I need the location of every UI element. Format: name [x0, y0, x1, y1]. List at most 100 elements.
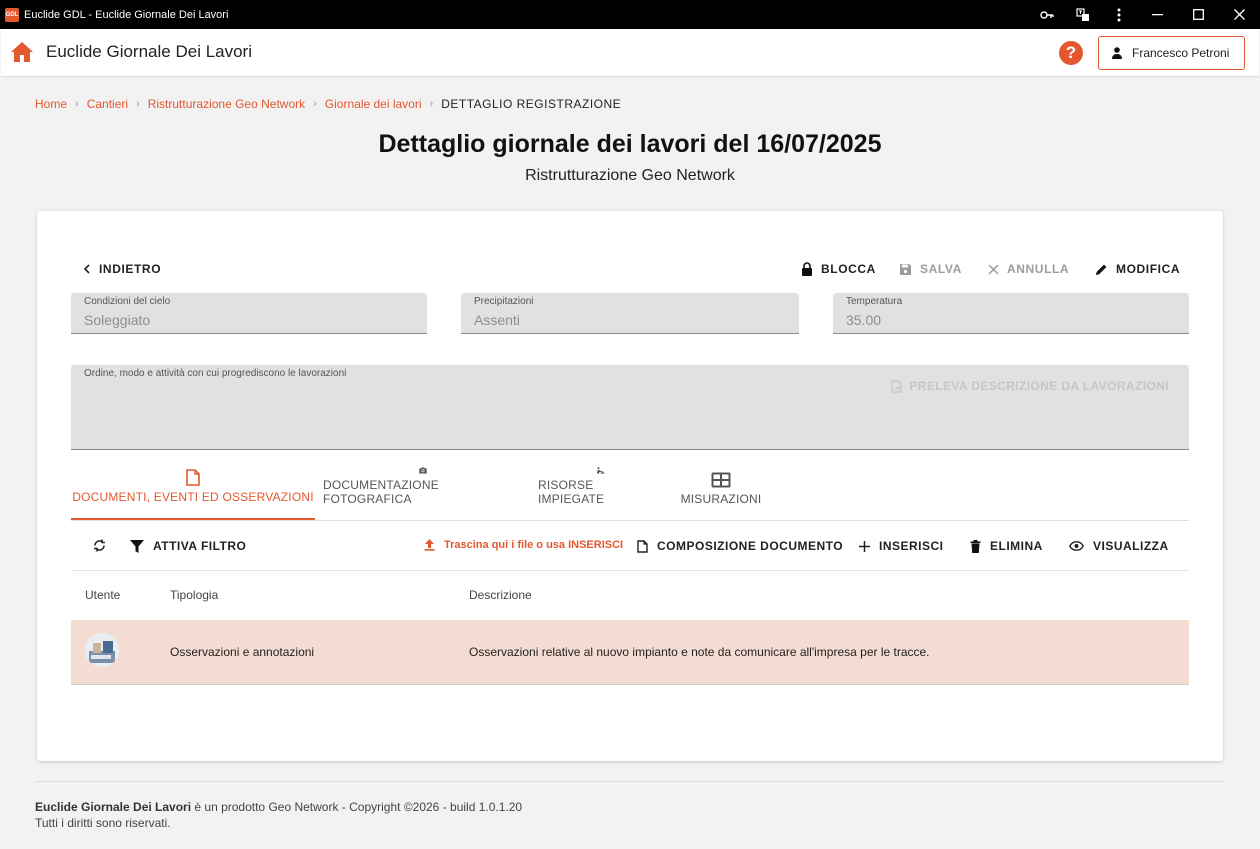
table-header: Utente Tipologia Descrizione	[71, 570, 1189, 620]
table-icon	[711, 472, 731, 488]
footer-copyright: è un prodotto Geo Network - Copyright ©2…	[191, 800, 523, 814]
cancel-button[interactable]: ANNULLA	[988, 262, 1069, 276]
sky-conditions-label: Condizioni del cielo	[84, 296, 171, 307]
key-icon[interactable]	[1029, 0, 1065, 29]
minimize-icon[interactable]	[1137, 0, 1178, 29]
precipitation-field[interactable]: Precipitazioni Assenti	[461, 293, 799, 334]
close-x-icon	[988, 263, 999, 275]
tab-fotografica[interactable]: DOCUMENTAZIONE FOTOGRAFICA	[323, 467, 523, 520]
filter-label: ATTIVA FILTRO	[153, 539, 247, 553]
breadcrumb-current: DETTAGLIO REGISTRAZIONE	[441, 97, 622, 111]
lock-icon	[802, 262, 812, 276]
row-tipologia: Osservazioni e annotazioni	[170, 645, 315, 659]
sky-conditions-field[interactable]: Condizioni del cielo Soleggiato	[71, 293, 427, 334]
breadcrumb-separator: ›	[429, 98, 434, 110]
work-progress-label: Ordine, modo e attività con cui progredi…	[84, 368, 347, 379]
breadcrumb: Home › Cantieri › Ristrutturazione Geo N…	[35, 97, 621, 111]
work-progress-field[interactable]: Ordine, modo e attività con cui progredi…	[71, 365, 1189, 450]
window-controls	[1029, 0, 1260, 29]
user-menu-button[interactable]: Francesco Petroni	[1098, 36, 1245, 70]
tab-misurazioni-label: MISURAZIONI	[680, 492, 762, 506]
avatar	[85, 633, 119, 667]
breadcrumb-separator: ›	[313, 98, 317, 110]
lock-button[interactable]: BLOCCA	[801, 262, 876, 276]
sky-conditions-value: Soleggiato	[84, 312, 151, 328]
footer-divider	[35, 781, 1225, 782]
insert-label: INSERISCI	[879, 539, 944, 553]
cancel-label: ANNULLA	[1007, 262, 1070, 276]
help-icon[interactable]: ?	[1059, 41, 1083, 65]
refresh-icon	[94, 539, 105, 552]
column-header-descrizione[interactable]: Descrizione	[469, 588, 532, 602]
save-button[interactable]: SALVA	[899, 262, 962, 276]
trash-icon	[970, 539, 981, 553]
footer-product: Euclide Giornale Dei Lavori	[35, 800, 192, 814]
tabs-bar: DOCUMENTI, EVENTI ED OSSERVAZIONI DOCUME…	[71, 467, 1189, 521]
document-icon	[186, 469, 200, 486]
tab-fotografica-label: DOCUMENTAZIONE FOTOGRAFICA	[323, 478, 439, 506]
preleva-label: PRELEVA DESCRIZIONE DA LAVORAZIONI	[909, 379, 1169, 393]
page-subtitle: Ristrutturazione Geo Network	[525, 167, 735, 184]
row-descrizione: Osservazioni relative al nuovo impianto …	[469, 645, 930, 659]
upload-label: Trascina qui i file o usa INSERISCI	[444, 539, 624, 551]
breadcrumb-cantieri[interactable]: Cantieri	[87, 97, 128, 111]
insert-button[interactable]: INSERISCI	[859, 539, 944, 553]
upload-icon	[424, 539, 435, 551]
tab-misurazioni[interactable]: MISURAZIONI	[675, 467, 767, 520]
compose-document-button[interactable]: COMPOSIZIONE DOCUMENTO	[637, 539, 843, 553]
app-logo-icon: GDL	[5, 7, 19, 22]
view-button[interactable]: VISUALIZZA	[1069, 539, 1169, 553]
preleva-button[interactable]: PRELEVA DESCRIZIONE DA LAVORAZIONI	[890, 379, 1169, 393]
back-button[interactable]: INDIETRO	[83, 262, 161, 276]
temperature-label: Temperatura	[846, 296, 903, 307]
refresh-button[interactable]	[93, 539, 115, 552]
save-icon	[900, 263, 911, 275]
tab-risorse-label: RISORSE IMPIEGATE	[538, 478, 605, 506]
column-header-utente[interactable]: Utente	[85, 588, 120, 602]
back-label: INDIETRO	[99, 262, 162, 276]
save-label: SALVA	[920, 262, 962, 276]
worker-icon	[596, 467, 605, 474]
camera-icon	[419, 467, 427, 474]
precipitation-label: Precipitazioni	[474, 296, 534, 307]
edit-button[interactable]: MODIFICA	[1095, 262, 1180, 276]
temperature-value: 35.00	[846, 312, 882, 328]
page-title: Dettaglio giornale dei lavori del 16/07/…	[378, 130, 882, 158]
documents-table: Utente Tipologia Descrizione Osservazion…	[71, 570, 1189, 685]
upload-dropzone[interactable]: Trascina qui i file o usa INSERISCI	[424, 539, 623, 551]
filter-button[interactable]: ATTIVA FILTRO	[130, 539, 246, 553]
maximize-icon[interactable]	[1178, 0, 1219, 29]
person-icon	[1112, 47, 1122, 59]
delete-button[interactable]: ELIMINA	[970, 539, 1043, 553]
breadcrumb-separator: ›	[136, 98, 140, 110]
precipitation-value: Assenti	[474, 312, 520, 328]
home-icon[interactable]	[10, 41, 34, 63]
translate-icon[interactable]	[1065, 0, 1101, 29]
window-titlebar: GDL Euclide GDL - Euclide Giornale Dei L…	[0, 0, 1260, 29]
chevron-left-icon	[83, 264, 90, 274]
footer-rights: Tutti i diritti sono riservati.	[35, 816, 171, 830]
document-import-icon	[891, 379, 903, 393]
footer: Euclide Giornale Dei Lavori è un prodott…	[35, 799, 522, 831]
window-title: Euclide GDL - Euclide Giornale Dei Lavor…	[24, 8, 229, 21]
detail-card: INDIETRO BLOCCA SALVA ANNULLA MODIFICA C…	[37, 211, 1223, 761]
column-header-tipologia[interactable]: Tipologia	[170, 588, 218, 602]
temperature-field[interactable]: Temperatura 35.00	[833, 293, 1189, 334]
user-name: Francesco Petroni	[1132, 46, 1230, 60]
breadcrumb-home[interactable]: Home	[35, 97, 67, 111]
breadcrumb-cantiere[interactable]: Ristrutturazione Geo Network	[148, 97, 305, 111]
pencil-icon	[1096, 264, 1107, 275]
view-label: VISUALIZZA	[1093, 539, 1169, 553]
plus-icon	[859, 540, 870, 552]
tab-documenti-label: DOCUMENTI, EVENTI ED OSSERVAZIONI	[72, 490, 314, 504]
edit-label: MODIFICA	[1116, 262, 1181, 276]
tab-documenti[interactable]: DOCUMENTI, EVENTI ED OSSERVAZIONI	[71, 467, 315, 520]
tab-risorse[interactable]: RISORSE IMPIEGATE	[538, 467, 662, 520]
app-header: Euclide Giornale Dei Lavori ? Francesco …	[1, 29, 1259, 77]
table-row[interactable]: Osservazioni e annotazioni Osservazioni …	[71, 620, 1189, 685]
more-vert-icon[interactable]	[1101, 0, 1137, 29]
document-icon	[637, 539, 648, 553]
close-icon[interactable]	[1219, 0, 1260, 29]
delete-label: ELIMINA	[990, 539, 1043, 553]
breadcrumb-giornale[interactable]: Giornale dei lavori	[325, 97, 422, 111]
